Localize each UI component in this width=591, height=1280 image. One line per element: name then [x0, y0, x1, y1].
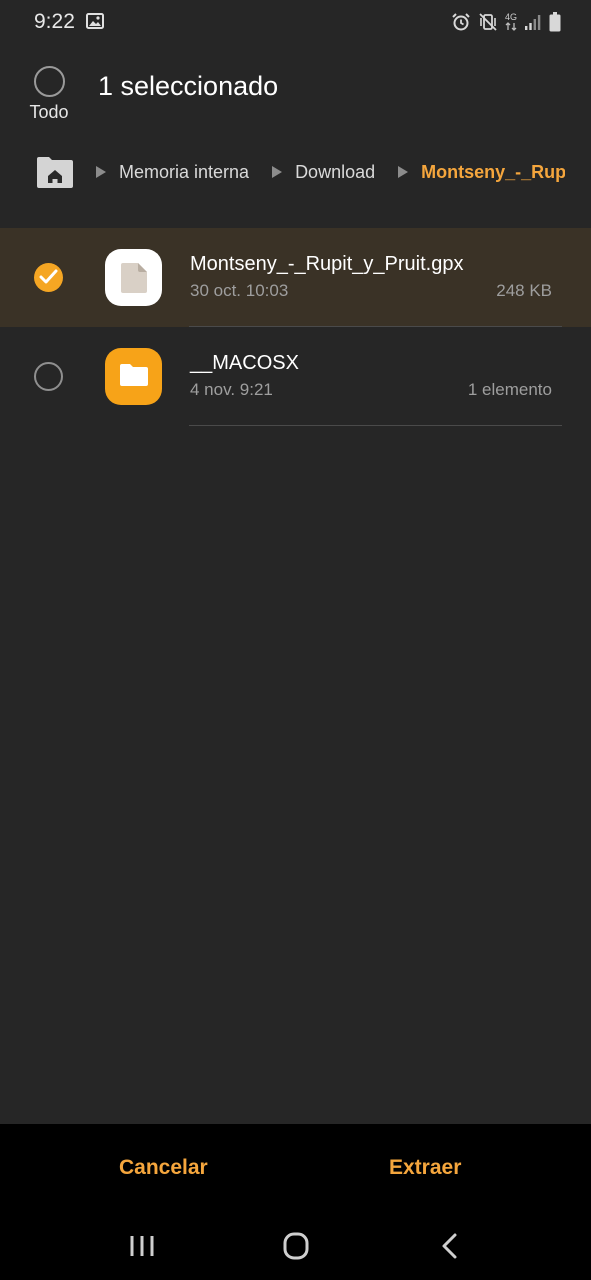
network-label: 4G	[504, 12, 517, 22]
folder-name: __MACOSX	[190, 352, 299, 374]
folder-icon	[105, 348, 162, 405]
breadcrumb: Memoria interna Download Montseny_-_Rupi…	[35, 150, 565, 194]
status-bar: 9:22 4G	[0, 0, 591, 46]
file-name: Montseny_-_Rupit_y_Pruit.gpx	[190, 253, 464, 275]
row-divider	[189, 425, 562, 426]
battery-icon	[549, 12, 561, 32]
image-icon	[86, 13, 104, 29]
file-manager-screen: 9:22 4G Todo 1 seleccionado Memoria inte…	[0, 0, 591, 1280]
folder-item-count: 1 elemento	[467, 380, 552, 399]
network-indicator: 4G	[505, 13, 517, 31]
select-all-toggle[interactable]: Todo	[26, 66, 72, 123]
file-row-gpx[interactable]: Montseny_-_Rupit_y_Pruit.gpx 30 oct. 10:…	[0, 228, 591, 327]
folder-date: 4 nov. 9:21	[190, 380, 273, 399]
select-all-checkbox[interactable]	[33, 66, 65, 97]
breadcrumb-item-current-folder[interactable]: Montseny_-_Rupit	[421, 162, 565, 183]
extract-button[interactable]: Extraer	[389, 1156, 461, 1180]
selection-count-title: 1 seleccionado	[98, 71, 279, 101]
breadcrumb-arrow-icon	[95, 165, 107, 179]
document-icon	[105, 249, 162, 306]
vibrate-icon	[478, 12, 498, 32]
home-nav-icon[interactable]	[276, 1231, 316, 1261]
file-list: Montseny_-_Rupit_y_Pruit.gpx 30 oct. 10:…	[0, 228, 591, 426]
file-size: 248 KB	[496, 281, 552, 300]
signal-icon	[524, 13, 542, 31]
row-checkbox-checked[interactable]	[34, 263, 63, 292]
select-all-label: Todo	[29, 102, 69, 122]
system-navigation-bar	[0, 1214, 591, 1280]
cancel-button[interactable]: Cancelar	[119, 1156, 208, 1180]
status-icons: 4G	[451, 11, 561, 33]
status-time: 9:22	[34, 10, 75, 33]
breadcrumb-item-download[interactable]: Download	[295, 162, 375, 183]
breadcrumb-arrow-icon	[271, 165, 283, 179]
bottom-action-bar: Cancelar Extraer	[0, 1124, 591, 1214]
back-icon[interactable]	[430, 1231, 470, 1261]
file-row-macosx-folder[interactable]: __MACOSX 4 nov. 9:21 1 elemento	[0, 327, 591, 426]
alarm-icon	[451, 12, 471, 32]
home-icon[interactable]	[35, 155, 75, 189]
recents-icon[interactable]	[122, 1231, 162, 1261]
breadcrumb-item-memoria-interna[interactable]: Memoria interna	[119, 162, 249, 183]
breadcrumb-arrow-icon	[397, 165, 409, 179]
file-date: 30 oct. 10:03	[190, 281, 289, 300]
row-checkbox-unchecked[interactable]	[34, 362, 63, 391]
